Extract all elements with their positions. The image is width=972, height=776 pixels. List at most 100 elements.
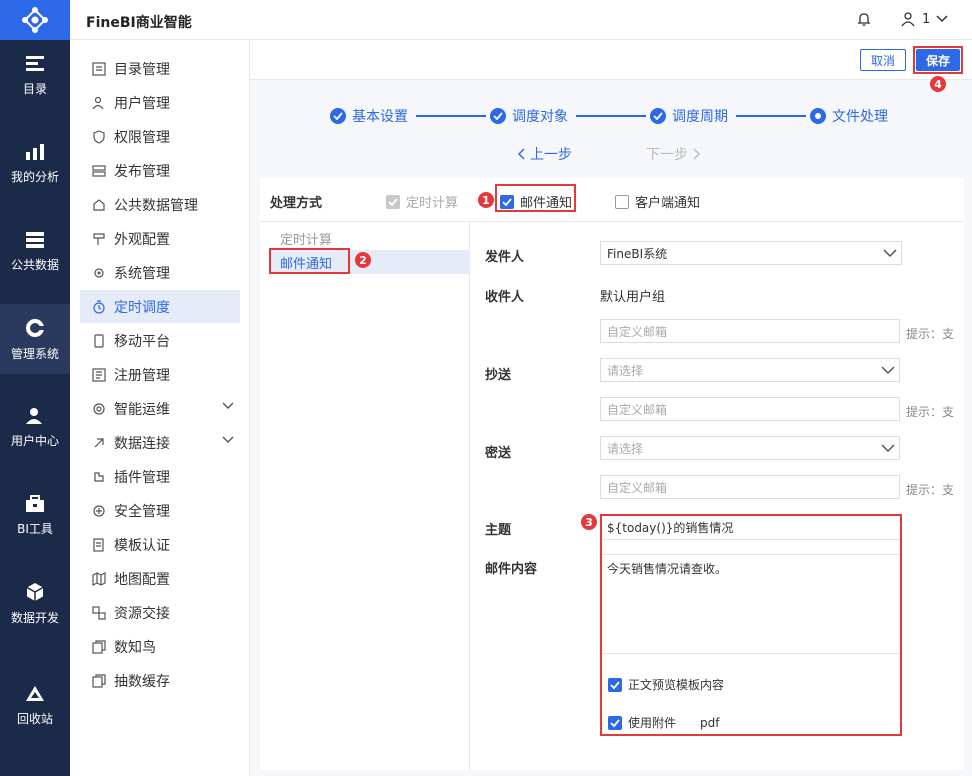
- processing-list: 定时计算 邮件通知: [260, 222, 470, 770]
- subject-input[interactable]: ${today()}的销售情况: [602, 516, 900, 540]
- menu-item-label: 模板认证: [114, 537, 170, 554]
- menu-item-label: 数据连接: [114, 435, 170, 452]
- step-target[interactable]: 调度对象: [490, 106, 568, 126]
- option-scheduled-calc: 定时计算: [386, 192, 458, 211]
- sender-select[interactable]: FineBI系统: [600, 241, 902, 265]
- menu-item[interactable]: 发布管理: [80, 154, 240, 187]
- bcc-label: 密送: [485, 446, 512, 461]
- menu-item[interactable]: 定时调度: [80, 290, 240, 323]
- rail-item-user-center[interactable]: 用户中心: [0, 392, 70, 462]
- cc-custom-email-input[interactable]: 自定义邮箱: [600, 397, 900, 421]
- menu-item[interactable]: 智能运维: [80, 392, 240, 425]
- list-item-scheduled-calc[interactable]: 定时计算: [270, 226, 470, 250]
- logo-icon: [22, 7, 48, 33]
- toolbox-icon: [26, 494, 44, 512]
- chevron-down-icon: [883, 249, 897, 258]
- menu-item-label: 安全管理: [114, 503, 170, 520]
- user-name: 1: [922, 11, 931, 27]
- mobile-icon: [94, 333, 104, 348]
- rail-label: 目录: [22, 81, 47, 96]
- attachment-option[interactable]: 使用附件 pdf: [608, 714, 719, 731]
- checkbox-attachment[interactable]: [608, 715, 622, 730]
- rail-item-public-data[interactable]: 公共数据: [0, 216, 70, 286]
- menu-item[interactable]: 注册管理: [80, 358, 240, 391]
- rail-item-bi-tools[interactable]: BI工具: [0, 480, 70, 550]
- menu-item-label: 智能运维: [114, 401, 170, 418]
- next-step-button[interactable]: 下一步: [646, 144, 700, 164]
- bcc-select[interactable]: 请选择: [600, 436, 900, 460]
- cancel-button[interactable]: 取消: [860, 49, 906, 71]
- rail-item-recycle[interactable]: 回收站: [0, 670, 70, 740]
- user-menu[interactable]: 1: [900, 11, 948, 27]
- annotation-badge-1: 1: [478, 192, 494, 208]
- menu-item[interactable]: 公共数据管理: [80, 188, 240, 221]
- chevron-down-icon: [881, 366, 895, 375]
- menu-item[interactable]: 资源交接: [80, 596, 240, 629]
- body-textarea[interactable]: 今天销售情况请查收。: [602, 554, 900, 654]
- prev-step-button[interactable]: 上一步: [518, 144, 572, 164]
- catalog-icon: [26, 55, 44, 71]
- recipient-hint: 提示：支: [906, 327, 955, 341]
- step-label: 调度对象: [512, 109, 568, 125]
- menu-item[interactable]: 数知鸟: [80, 630, 240, 663]
- attachment-label: 使用附件: [628, 716, 677, 730]
- step-basic[interactable]: 基本设置: [330, 106, 408, 126]
- home-icon: [93, 198, 105, 211]
- recipient-custom-email-input[interactable]: 自定义邮箱: [600, 319, 900, 343]
- rail-item-analysis[interactable]: 我的分析: [0, 128, 70, 198]
- menu-item-label: 权限管理: [114, 129, 170, 146]
- bcc-placeholder: 请选择: [607, 441, 644, 456]
- menu-item[interactable]: 抽数缓存: [80, 664, 240, 697]
- body-label: 邮件内容: [485, 562, 538, 577]
- highlight-box-save: [913, 46, 963, 74]
- rail-label: 公共数据: [10, 257, 59, 272]
- publish-icon: [92, 164, 106, 177]
- rail-item-catalog[interactable]: 目录: [0, 40, 70, 110]
- menu-item[interactable]: 系统管理: [80, 256, 240, 289]
- menu-item[interactable]: 插件管理: [80, 460, 240, 493]
- step-label: 文件处理: [832, 109, 888, 125]
- data-icon: [26, 231, 44, 248]
- recipient-value: 默认用户组: [600, 290, 666, 305]
- cc-hint: 提示：支: [906, 405, 955, 419]
- menu-item[interactable]: 移动平台: [80, 324, 240, 357]
- chevron-right-icon: [693, 148, 700, 160]
- app-logo[interactable]: [0, 0, 70, 40]
- rail-label: 用户中心: [10, 433, 59, 448]
- brush-icon: [93, 232, 105, 245]
- chevron-down-icon: [222, 402, 234, 409]
- preview-template-option[interactable]: 正文预览模板内容: [608, 676, 724, 693]
- cc-placeholder: 请选择: [607, 363, 644, 378]
- analysis-icon: [26, 143, 44, 160]
- menu-item[interactable]: 模板认证: [80, 528, 240, 561]
- menu-item-label: 数知鸟: [114, 639, 156, 656]
- menu-item[interactable]: 权限管理: [80, 120, 240, 153]
- subject-label: 主题: [485, 523, 512, 538]
- option-client-notify[interactable]: 客户端通知: [615, 192, 700, 211]
- menu-item[interactable]: 数据连接: [80, 426, 240, 459]
- checkbox-client-notify[interactable]: [615, 194, 629, 209]
- menu-item-label: 发布管理: [114, 163, 170, 180]
- notification-bell[interactable]: [856, 11, 872, 31]
- ops-icon: [93, 402, 105, 415]
- check-circle-icon: [490, 108, 506, 124]
- rail-item-data-dev[interactable]: 数据开发: [0, 568, 70, 638]
- prev-step-label: 上一步: [530, 147, 572, 163]
- book-icon: [92, 639, 106, 654]
- step-connector: [576, 115, 646, 117]
- step-file[interactable]: 文件处理: [810, 106, 888, 126]
- cc-select[interactable]: 请选择: [600, 358, 900, 382]
- attachment-format[interactable]: pdf: [700, 716, 719, 730]
- bcc-custom-email-input[interactable]: 自定义邮箱: [600, 475, 900, 499]
- certificate-icon: [93, 537, 104, 552]
- menu-item[interactable]: 安全管理: [80, 494, 240, 527]
- recycle-icon: [26, 685, 44, 701]
- menu-item[interactable]: 目录管理: [80, 52, 240, 85]
- menu-item[interactable]: 外观配置: [80, 222, 240, 255]
- menu-item[interactable]: 地图配置: [80, 562, 240, 595]
- rail-item-admin[interactable]: 管理系统: [0, 304, 70, 374]
- step-period[interactable]: 调度周期: [650, 106, 728, 126]
- bell-icon: [857, 13, 871, 26]
- menu-item[interactable]: 用户管理: [80, 86, 240, 119]
- checkbox-preview-template[interactable]: [608, 677, 622, 692]
